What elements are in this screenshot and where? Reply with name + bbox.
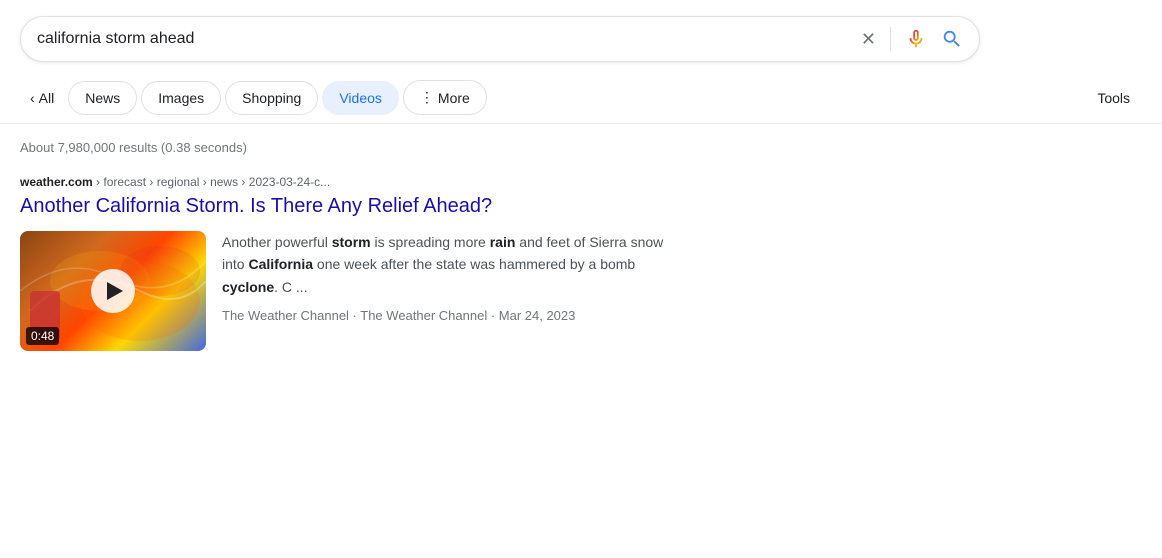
video-duration: 0:48	[26, 327, 59, 345]
results-count: About 7,980,000 results (0.38 seconds)	[20, 140, 680, 155]
result-domain: weather.com	[20, 175, 93, 189]
result-path: › forecast › regional › news › 2023-03-2…	[96, 175, 330, 189]
result-snippet: Another powerful storm is spreading more…	[222, 231, 680, 327]
search-bar: california storm ahead ✕	[20, 16, 980, 62]
clear-icon[interactable]: ✕	[861, 29, 876, 50]
more-dots-icon: ⋮	[420, 89, 434, 106]
tab-videos[interactable]: Videos	[322, 81, 399, 115]
divider	[890, 27, 891, 51]
result-thumbnail[interactable]: 0:48	[20, 231, 206, 351]
search-bar-container: california storm ahead ✕	[0, 0, 1162, 72]
results-container: About 7,980,000 results (0.38 seconds) w…	[0, 124, 700, 383]
back-arrow-icon: ‹	[30, 90, 35, 106]
tab-more[interactable]: ⋮ More	[403, 80, 487, 115]
result-meta: The Weather Channel · The Weather Channe…	[222, 306, 680, 327]
tab-images[interactable]: Images	[141, 81, 221, 115]
result-body: 0:48 Another powerful storm is spreading…	[20, 231, 680, 351]
tab-shopping[interactable]: Shopping	[225, 81, 318, 115]
play-button[interactable]	[91, 269, 135, 313]
result-url: weather.com › forecast › regional › news…	[20, 175, 680, 189]
tab-news[interactable]: News	[68, 81, 137, 115]
result-title[interactable]: Another California Storm. Is There Any R…	[20, 193, 680, 219]
more-label: More	[438, 90, 470, 106]
search-query-text: california storm ahead	[37, 30, 861, 48]
tools-button[interactable]: Tools	[1085, 82, 1142, 114]
all-tab-label: All	[39, 90, 55, 106]
search-bar-icons: ✕	[861, 27, 963, 51]
tab-back-button[interactable]: ‹ All	[20, 84, 64, 112]
tabs-container: ‹ All News Images Shopping Videos ⋮ More…	[0, 72, 1162, 124]
search-icon[interactable]	[941, 28, 963, 50]
play-triangle-icon	[107, 282, 123, 300]
result-item: weather.com › forecast › regional › news…	[20, 175, 680, 351]
mic-icon[interactable]	[905, 28, 927, 50]
